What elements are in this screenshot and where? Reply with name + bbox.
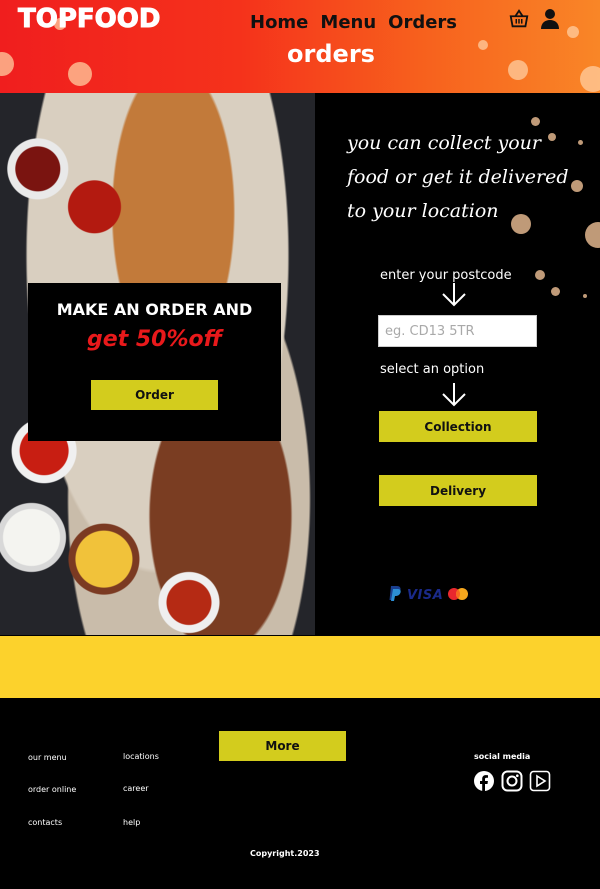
promo-offer: get 50%off xyxy=(87,327,222,352)
mastercard-icon xyxy=(447,586,469,605)
social-media-title: social media xyxy=(474,752,531,761)
paypal-icon xyxy=(387,585,403,606)
footer-link-order-online[interactable]: order online xyxy=(28,785,76,794)
instagram-icon[interactable] xyxy=(501,770,523,792)
header-icons xyxy=(508,8,560,30)
footer-link-help[interactable]: help xyxy=(123,818,140,827)
delivery-button[interactable]: Delivery xyxy=(379,475,537,506)
decorative-dot xyxy=(531,117,540,126)
arrow-down-icon xyxy=(441,382,467,412)
footer-link-contacts[interactable]: contacts xyxy=(28,818,62,827)
payment-methods: VISA xyxy=(387,585,469,606)
facebook-icon[interactable] xyxy=(473,770,495,792)
collection-button[interactable]: Collection xyxy=(379,411,537,442)
page-title: orders xyxy=(287,40,375,68)
order-button[interactable]: Order xyxy=(91,380,218,410)
decorative-dot xyxy=(585,222,600,248)
nav-menu-link[interactable]: Menu xyxy=(320,12,376,33)
yellow-band xyxy=(0,636,600,698)
visa-logo: VISA xyxy=(407,588,444,603)
promo-title: MAKE AN ORDER AND xyxy=(56,300,253,319)
nav-orders-link[interactable]: Orders xyxy=(388,12,457,33)
youtube-icon[interactable] xyxy=(529,770,551,792)
decorative-dot xyxy=(583,294,587,298)
decorative-dot xyxy=(580,66,600,92)
main-nav: Home Menu Orders xyxy=(250,12,457,33)
postcode-input[interactable] xyxy=(378,315,537,347)
footer-link-locations[interactable]: locations xyxy=(123,752,159,761)
user-icon[interactable] xyxy=(540,8,560,30)
decorative-dot xyxy=(535,270,545,280)
site-logo[interactable]: TOPFOOD xyxy=(17,4,160,35)
decorative-dot xyxy=(551,287,560,296)
option-label: select an option xyxy=(380,362,485,377)
site-header: TOPFOOD Home Menu Orders orders xyxy=(0,0,600,93)
social-icons xyxy=(473,770,551,792)
promo-box: MAKE AN ORDER AND get 50%off xyxy=(28,283,281,441)
copyright-text: Copyright.2023 xyxy=(250,849,320,858)
footer-link-career[interactable]: career xyxy=(123,784,149,793)
footer-link-our-menu[interactable]: our menu xyxy=(28,753,67,762)
arrow-down-icon xyxy=(441,282,467,312)
postcode-label: enter your postcode xyxy=(380,268,512,283)
more-button[interactable]: More xyxy=(219,731,346,761)
basket-icon[interactable] xyxy=(508,8,530,30)
nav-home-link[interactable]: Home xyxy=(250,12,308,33)
order-tagline: you can collect your food or get it deli… xyxy=(347,132,569,222)
decorative-dot xyxy=(567,26,579,38)
